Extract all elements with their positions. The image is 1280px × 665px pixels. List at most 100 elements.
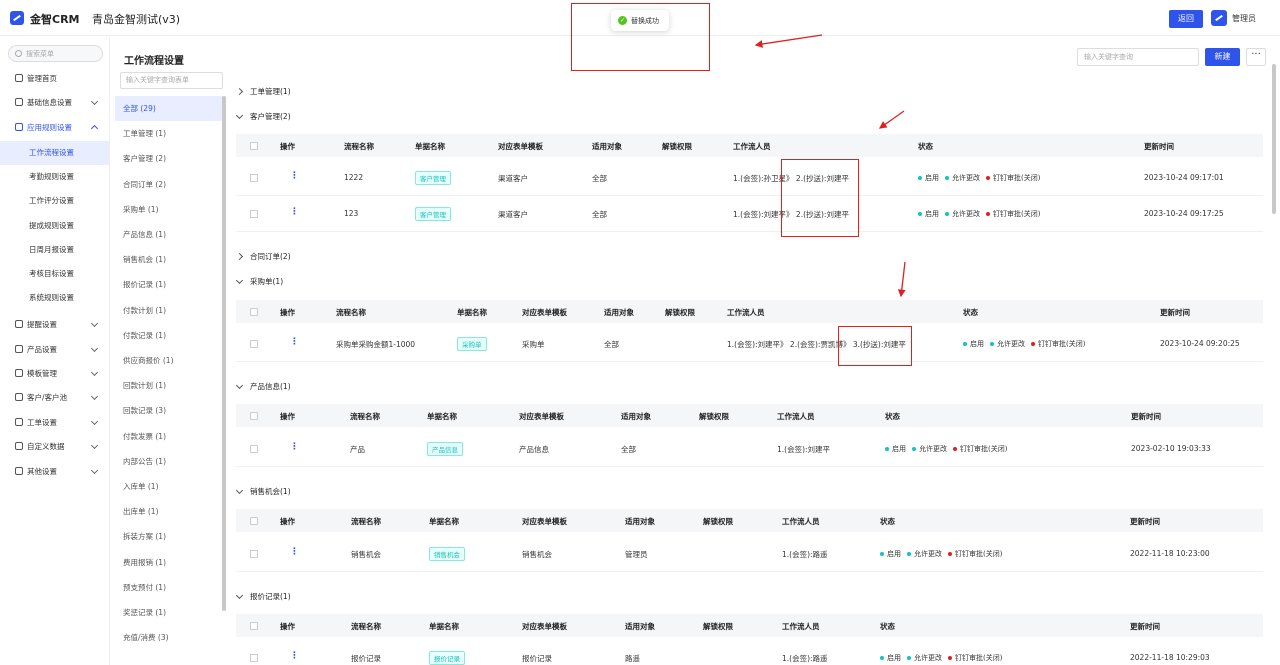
category-scrollbar[interactable] [222, 96, 226, 611]
category-item[interactable]: 费用报销 (1) [115, 550, 223, 575]
category-item[interactable]: 内部公告 (1) [115, 449, 223, 474]
category-item[interactable]: 工单管理 (1) [115, 121, 223, 146]
more-button[interactable]: ··· [1246, 48, 1266, 66]
section-title[interactable]: 合同订单(2) [235, 251, 291, 262]
chevron-down-icon [90, 344, 99, 353]
category-item[interactable]: 付款计划 (1) [115, 298, 223, 323]
category-item[interactable]: 采购单 (1) [115, 197, 223, 222]
sidebar-sub-item[interactable]: 系统规则设置 [0, 286, 109, 310]
sidebar-item[interactable]: 提醒设置 [0, 312, 109, 336]
new-button[interactable]: 新建 [1205, 48, 1240, 66]
select-all-checkbox[interactable] [250, 412, 258, 420]
column-header: 状态 [885, 412, 900, 421]
more-actions-icon[interactable]: ⋮ [290, 548, 299, 557]
sidebar-sub-item[interactable]: 考勤规则设置 [0, 165, 109, 189]
category-item[interactable]: 拆装方案 (1) [115, 524, 223, 549]
sidebar-sub-item[interactable]: 工作流程设置 [0, 141, 109, 165]
workflow-members: 1.(会签):刘建平 [777, 445, 831, 454]
category-item[interactable]: 全部 (29) [115, 96, 223, 121]
status-group: 启用 允许更改 钉钉审批(关闭) [963, 339, 1085, 349]
category-item[interactable]: 充值/消费 (3) [115, 625, 223, 650]
row-checkbox[interactable] [250, 445, 258, 453]
status-allow-change: 允许更改 [945, 209, 980, 219]
category-item[interactable]: 出库单 (1) [115, 499, 223, 524]
flow-name: 123 [344, 209, 359, 218]
sidebar-item[interactable]: 模板管理 [0, 361, 109, 385]
column-header: 状态 [963, 308, 978, 317]
sidebar-sub-item[interactable]: 工作评分设置 [0, 189, 109, 213]
sidebar-item[interactable]: 产品设置 [0, 337, 109, 361]
section-title[interactable]: 采购单(1) [235, 276, 283, 287]
category-item[interactable]: 预支预付 (1) [115, 575, 223, 600]
category-list: 全部 (29) 工单管理 (1) 客户管理 (2) 合同订单 (2) 采购单 (1) 产品… [115, 96, 223, 661]
section-title[interactable]: 报价记录(1) [235, 591, 291, 602]
more-actions-icon[interactable]: ⋮ [290, 208, 299, 217]
flow-name: 采购单采购金额1-1000 [336, 340, 416, 349]
sidebar-sub-item[interactable]: 提成规则设置 [0, 214, 109, 238]
category-item[interactable]: 回款记录 (3) [115, 398, 223, 423]
category-item[interactable]: 客户管理 (2) [115, 146, 223, 171]
select-all-checkbox[interactable] [250, 517, 258, 525]
section-title[interactable]: 工单管理(1) [235, 86, 291, 97]
category-item[interactable]: 销售机会 (1) [115, 247, 223, 272]
status-dot-icon [912, 447, 916, 451]
row-checkbox[interactable] [250, 174, 258, 182]
status-label: 钉钉审批(关闭) [955, 654, 1003, 662]
sidebar-item[interactable]: 工单设置 [0, 410, 109, 434]
sidebar-item[interactable]: 自定义数据 [0, 434, 109, 458]
sidebar-sub-item[interactable]: 日周月报设置 [0, 238, 109, 262]
select-all-checkbox[interactable] [250, 622, 258, 630]
sidebar-item[interactable]: 应用规则设置 [0, 115, 109, 139]
category-item[interactable]: 供应商报价 (1) [115, 348, 223, 373]
category-item[interactable]: 合同订单 (2) [115, 172, 223, 197]
section-title[interactable]: 客户管理(2) [235, 111, 291, 122]
status-allow-change: 允许更改 [907, 653, 942, 663]
select-all-checkbox[interactable] [250, 142, 258, 150]
category-item[interactable]: 回款计划 (1) [115, 373, 223, 398]
menu-search-input[interactable]: 搜索菜单 [8, 45, 103, 62]
column-header: 单据名称 [429, 622, 459, 631]
column-header: 操作 [280, 622, 295, 631]
sidebar-item[interactable]: 其他设置 [0, 459, 109, 483]
row-checkbox[interactable] [250, 340, 258, 348]
column-header: 单据名称 [427, 412, 457, 421]
row-checkbox[interactable] [250, 550, 258, 558]
rules-icon [15, 123, 23, 131]
section-title-label: 报价记录(1) [250, 592, 291, 601]
more-actions-icon[interactable]: ⋮ [290, 652, 299, 661]
back-button[interactable]: 返回 [1169, 10, 1203, 28]
status-group: 启用 允许更改 钉钉审批(关闭) [880, 549, 1002, 559]
sidebar-item[interactable]: 基础信息设置 [0, 90, 109, 114]
more-actions-icon[interactable]: ⋮ [290, 338, 299, 347]
sidebar-item[interactable]: 客户/客户池 [0, 385, 109, 409]
user-avatar-icon[interactable] [1211, 10, 1227, 26]
more-actions-icon[interactable]: ⋮ [290, 443, 299, 452]
category-item[interactable]: 产品信息 (1) [115, 222, 223, 247]
section-title[interactable]: 销售机会(1) [235, 486, 291, 497]
sidebar-item-label: 基础信息设置 [27, 97, 72, 107]
section-title[interactable]: 产品信息(1) [235, 381, 291, 392]
row-checkbox[interactable] [250, 654, 258, 662]
category-item[interactable]: 入库单 (1) [115, 474, 223, 499]
keyword-search-input[interactable]: 输入关键字查询 [1077, 48, 1199, 66]
sidebar-item[interactable]: 管理首页 [0, 66, 109, 90]
section-title-label: 销售机会(1) [250, 487, 291, 496]
category-item[interactable]: 奖惩记录 (1) [115, 600, 223, 625]
category-item[interactable]: 付款发票 (1) [115, 424, 223, 449]
select-all-checkbox[interactable] [250, 308, 258, 316]
main-scrollbar[interactable] [1272, 64, 1276, 214]
category-item[interactable]: 付款记录 (1) [115, 323, 223, 348]
row-checkbox[interactable] [250, 210, 258, 218]
category-search-input[interactable]: 输入关键字查询表单 [120, 72, 223, 89]
more-actions-icon[interactable]: ⋮ [290, 172, 299, 181]
ticket-icon [15, 418, 23, 426]
status-label: 允许更改 [914, 654, 942, 662]
table-header: 操作 流程名称 单据名称 对应表单模板 适用对象 解锁权限 工作流人员 状态 更新时间 [236, 404, 1263, 427]
applicable-target: 路遥 [625, 654, 640, 663]
column-header: 适用对象 [592, 142, 622, 151]
user-name[interactable]: 管理员 [1232, 13, 1256, 24]
column-header: 流程名称 [336, 308, 366, 317]
table-row: ⋮ 销售机会 销售机会 销售机会 管理员 1.(会签):路遥 启用 允许更改 钉钉审批(关闭) 2… [236, 536, 1263, 572]
category-item[interactable]: 报价记录 (1) [115, 272, 223, 297]
sidebar-sub-item[interactable]: 考核目标设置 [0, 262, 109, 286]
